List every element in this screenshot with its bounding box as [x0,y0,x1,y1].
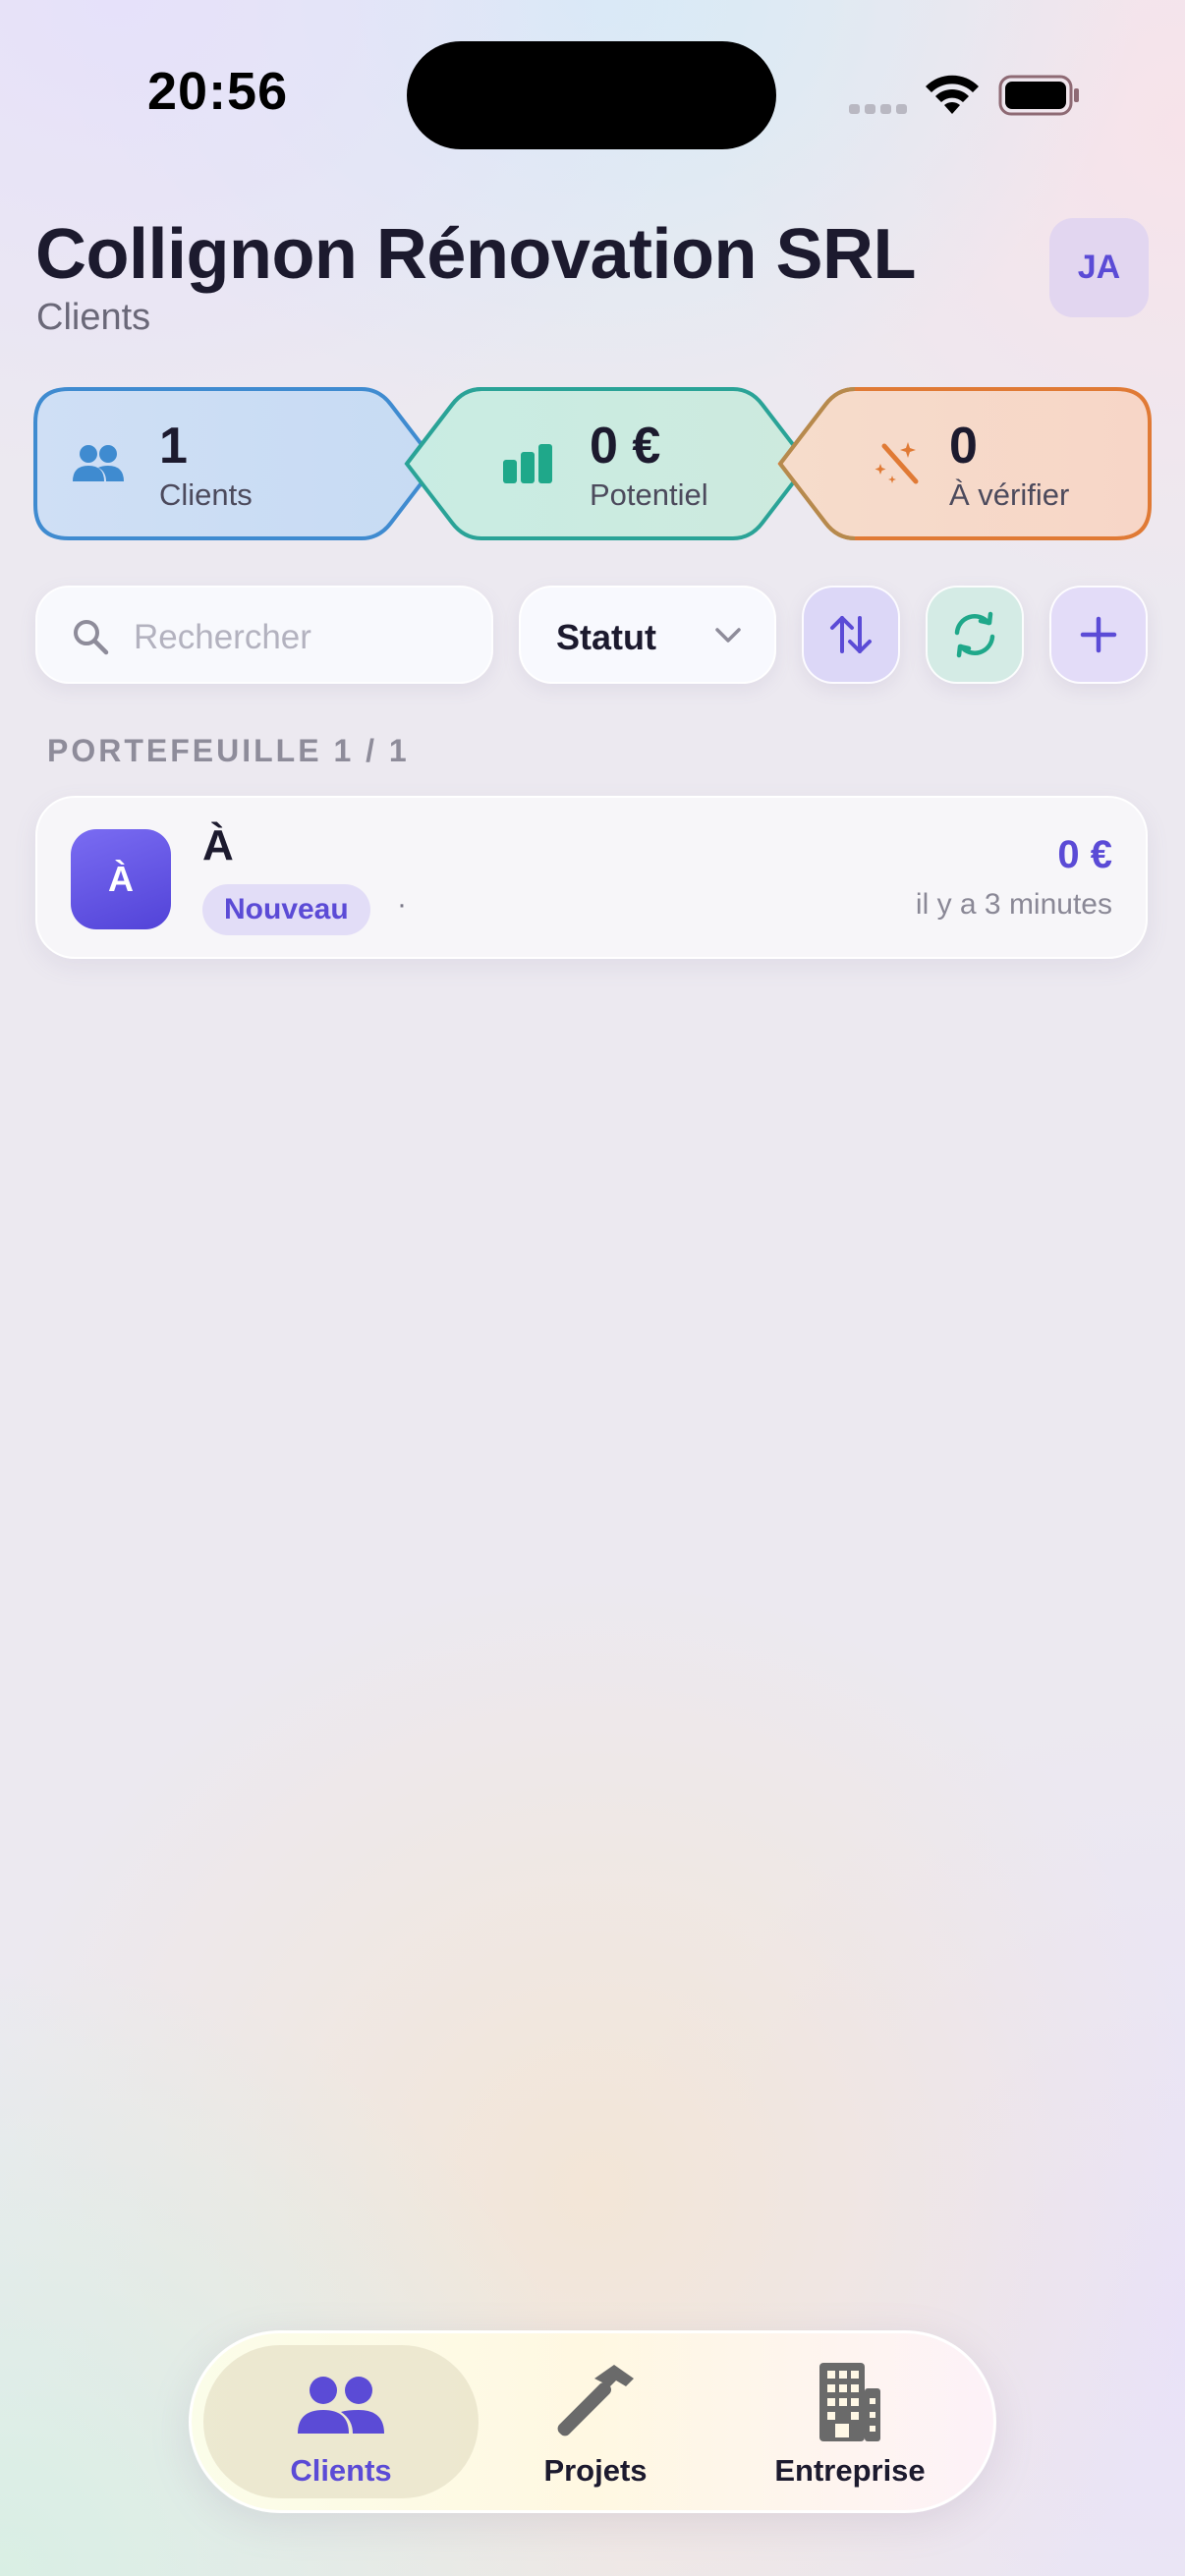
status-bar: 20:56 [0,0,1185,187]
add-client-button[interactable] [1049,586,1148,684]
client-avatar: À [71,829,171,929]
tab-projets[interactable]: Projets [468,2333,723,2510]
battery-icon [998,75,1079,116]
sort-button[interactable] [802,586,900,684]
signal-icon [849,104,907,114]
stat-label: À vérifier [949,477,1070,512]
section-label: PORTEFEUILLE 1 / 1 [47,733,410,768]
page-subtitle: Clients [36,297,151,338]
client-amount: 0 € [1057,833,1112,876]
search-icon [74,620,109,655]
bar-chart-icon [503,444,552,483]
search-input[interactable] [132,609,470,666]
refresh-button[interactable] [926,586,1024,684]
magic-wand-icon [875,442,919,484]
building-icon [819,2363,880,2441]
stat-value: 1 [159,418,188,475]
wifi-icon [926,75,979,114]
tab-label: Entreprise [774,2453,926,2488]
tab-label: Clients [290,2453,392,2488]
dynamic-island [407,41,776,149]
user-avatar[interactable]: JA [1049,218,1149,317]
stat-clients[interactable]: 1 Clients [33,387,407,540]
stat-value: 0 € [590,418,661,475]
stat-label: Potentiel [590,477,708,512]
stat-value: 0 [949,418,978,475]
hammer-icon [557,2365,634,2436]
page-title: Collignon Rénovation SRL [35,215,916,294]
tab-clients[interactable]: Clients [213,2333,469,2510]
search-box [35,586,493,684]
client-updated: il y a 3 minutes [915,888,1112,921]
stat-label: Clients [159,477,253,512]
stats-bar: 1 Clients 0 € Potentiel 0 À vérifier [33,387,1152,540]
users-icon [298,2377,384,2434]
status-filter-select[interactable]: Statut [519,586,776,684]
tab-entreprise[interactable]: Entreprise [722,2333,978,2510]
status-badge: Nouveau [202,884,370,935]
sort-icon [830,616,872,653]
stat-a-verifier[interactable]: 0 À vérifier [780,387,1152,540]
separator: · [397,888,407,921]
tab-bar: Clients Projets Entreprise [189,2330,996,2513]
stat-potentiel[interactable]: 0 € Potentiel [407,387,780,540]
client-card[interactable]: À À Nouveau · 0 € il y a 3 minutes [35,796,1148,959]
tab-label: Projets [543,2453,648,2488]
refresh-icon [954,611,995,658]
status-filter-label: Statut [556,617,656,657]
users-icon [73,445,124,481]
plus-icon [1080,616,1117,653]
client-name: À [202,821,234,869]
chevron-down-icon [715,628,741,643]
status-time: 20:56 [147,62,289,121]
